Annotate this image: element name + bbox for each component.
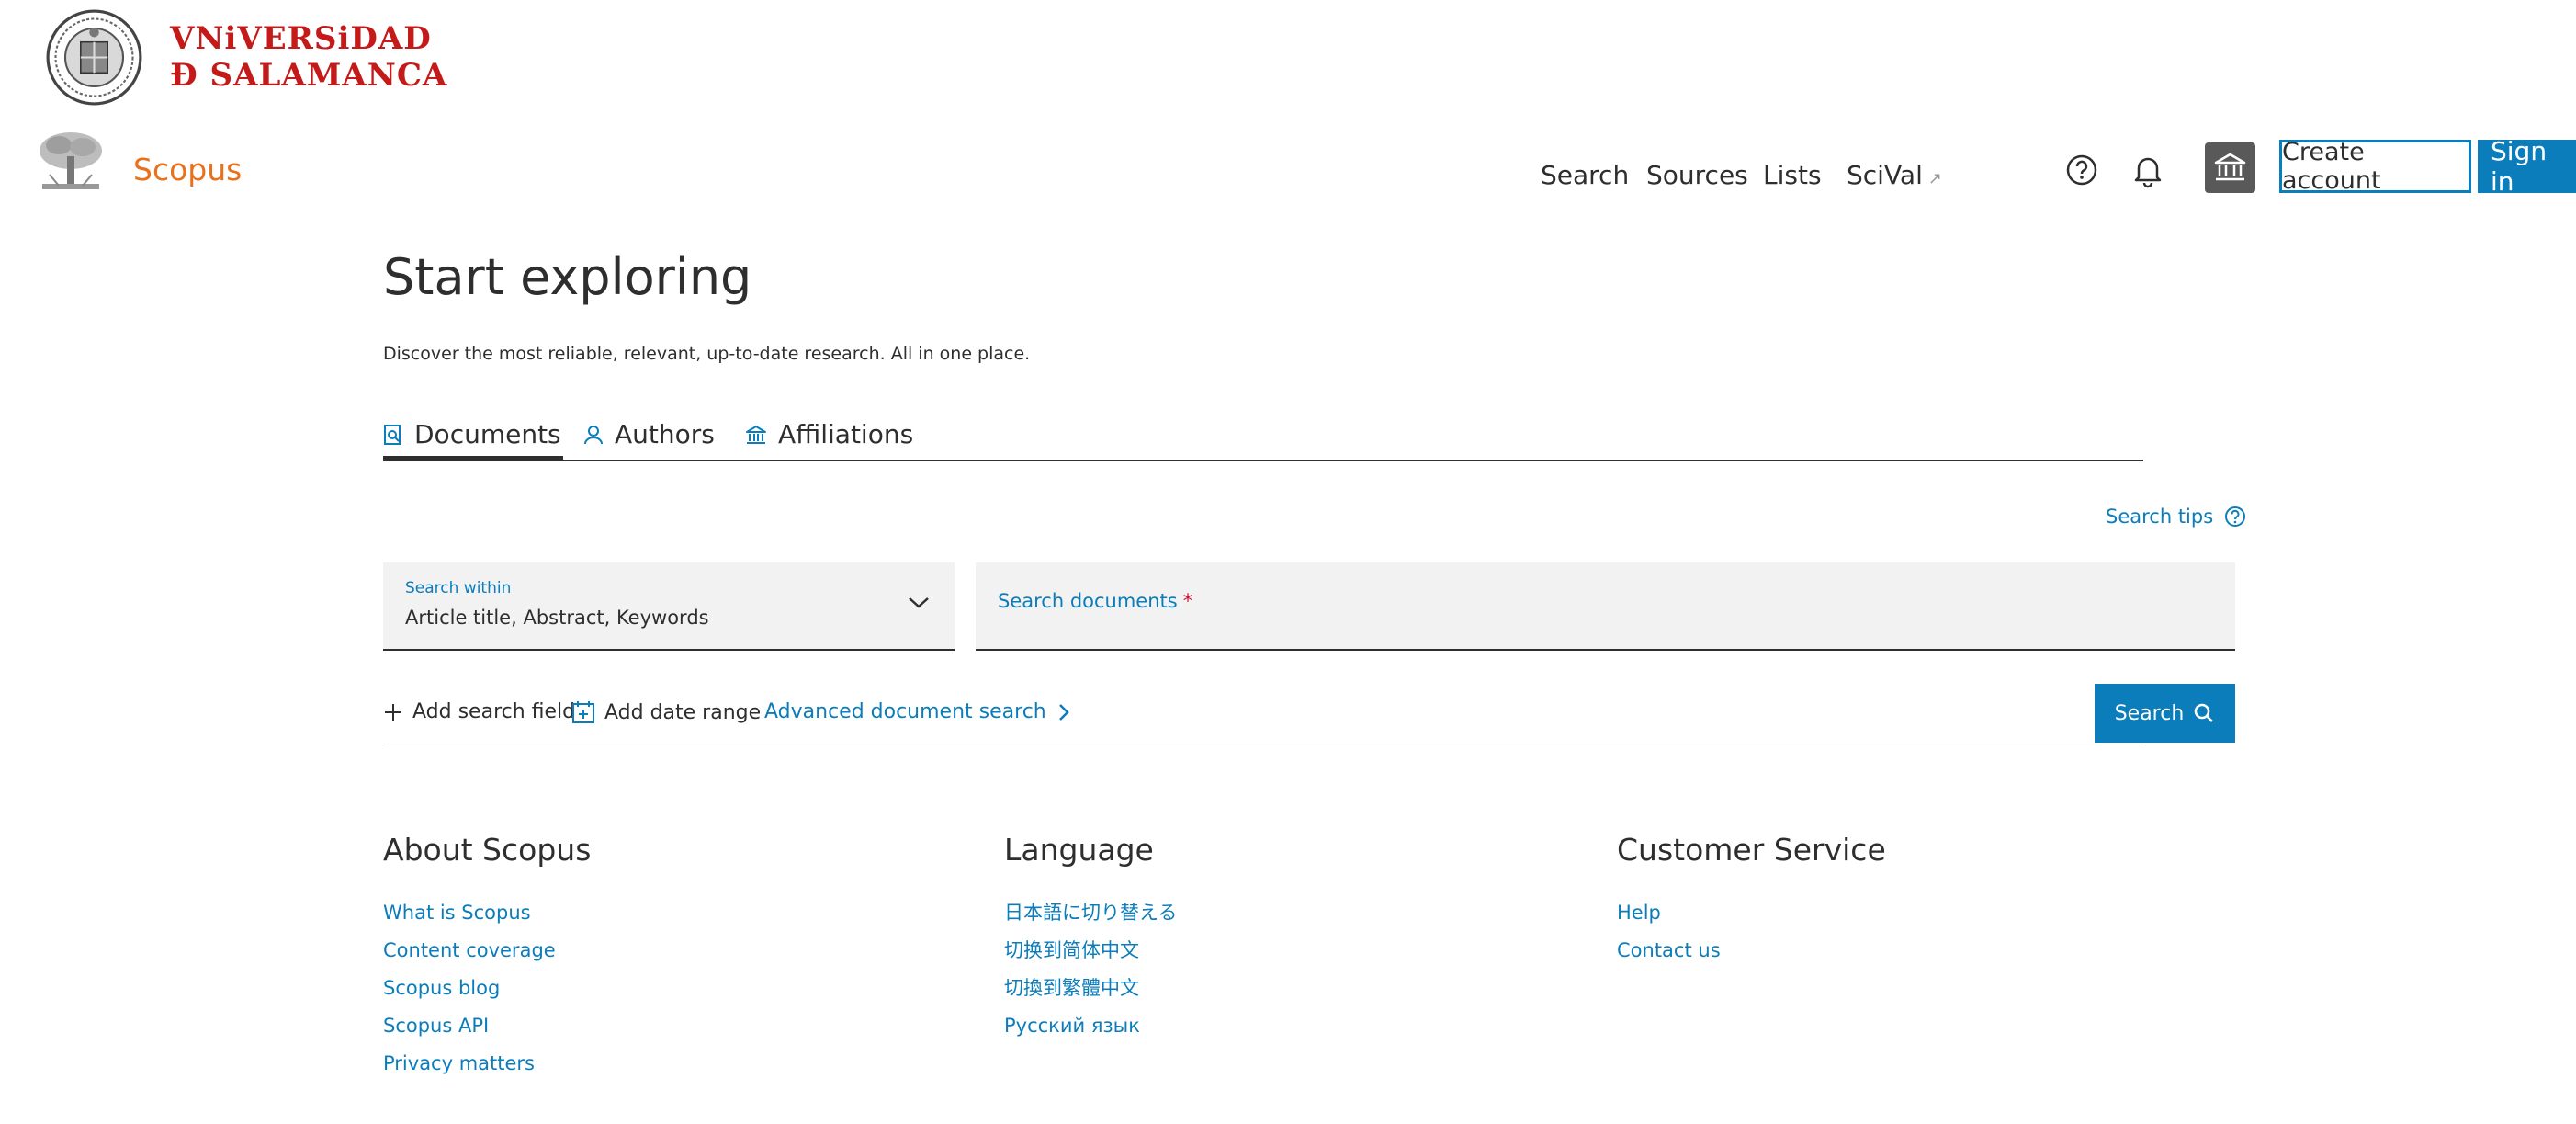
plus-icon — [385, 703, 401, 721]
link-what-is-scopus[interactable]: What is Scopus — [383, 894, 556, 932]
add-date-range-button[interactable]: Add date range — [571, 700, 761, 724]
link-language-traditional-chinese[interactable]: 切換到繁體中文 — [1004, 970, 1177, 1007]
link-contact-us[interactable]: Contact us — [1617, 932, 1721, 970]
language-links: 日本語に切り替える 切换到简体中文 切換到繁體中文 Русский язык — [1004, 894, 1177, 1045]
calendar-plus-icon — [572, 701, 594, 723]
search-tips-label: Search tips — [2106, 505, 2214, 528]
link-scopus-blog[interactable]: Scopus blog — [383, 970, 556, 1007]
search-documents-input[interactable]: Search documents * — [976, 562, 2235, 651]
search-within-label: Search within — [405, 579, 512, 597]
search-icon — [2195, 703, 2214, 722]
search-within-dropdown[interactable]: Search within Article title, Abstract, K… — [383, 562, 955, 651]
page-title: Start exploring — [383, 248, 752, 306]
search-tabs: Documents Authors Affiliations — [383, 414, 2143, 461]
add-search-field-label: Add search field — [412, 700, 576, 723]
nav-lists[interactable]: Lists — [1763, 160, 1822, 190]
customer-service-links: Help Contact us — [1617, 894, 1721, 970]
notifications-bell-icon[interactable] — [2130, 152, 2166, 188]
chevron-right-icon — [1058, 703, 1069, 721]
chevron-down-icon — [909, 597, 929, 608]
institution-icon — [2214, 153, 2246, 181]
create-account-button[interactable]: Create account — [2279, 138, 2471, 195]
search-documents-placeholder: Search documents * — [998, 590, 1192, 612]
tab-affiliations[interactable]: Affiliations — [745, 419, 913, 449]
customer-service-heading: Customer Service — [1617, 832, 1886, 868]
sign-in-button[interactable]: Sign in — [2478, 136, 2576, 197]
search-button-label: Search — [2114, 701, 2185, 725]
search-documents-placeholder-text: Search documents — [998, 590, 1178, 612]
tab-documents-label: Documents — [414, 419, 561, 449]
search-button[interactable]: Search — [2095, 684, 2235, 743]
tab-affiliations-label: Affiliations — [778, 419, 914, 449]
nav-scival-label: SciVal — [1847, 160, 1923, 190]
add-date-range-label: Add date range — [604, 700, 762, 724]
link-language-russian[interactable]: Русский язык — [1004, 1007, 1177, 1045]
nav-sources[interactable]: Sources — [1646, 160, 1748, 190]
link-language-simplified-chinese[interactable]: 切换到简体中文 — [1004, 932, 1177, 970]
university-name-line2: Ð SALAMANCA — [170, 57, 448, 94]
link-help[interactable]: Help — [1617, 894, 1721, 932]
person-icon — [584, 425, 603, 444]
required-mark: * — [1182, 590, 1193, 612]
tab-authors[interactable]: Authors — [583, 419, 715, 449]
scopus-wordmark[interactable]: Scopus — [133, 152, 242, 187]
help-icon — [2225, 506, 2246, 527]
language-heading: Language — [1004, 832, 1154, 868]
page-subtitle: Discover the most reliable, relevant, up… — [383, 344, 1031, 364]
about-scopus-heading: About Scopus — [383, 832, 592, 868]
link-privacy-matters[interactable]: Privacy matters — [383, 1045, 556, 1083]
external-link-icon: ↗ — [1927, 169, 1942, 188]
university-seal-logo — [46, 9, 142, 106]
university-name-line1: VNiVERSiDAD — [170, 20, 432, 57]
institution-icon — [746, 425, 766, 444]
tab-documents[interactable]: Documents — [383, 419, 561, 449]
search-options-row: Add search field Add date range Advanced… — [383, 680, 2143, 744]
link-content-coverage[interactable]: Content coverage — [383, 932, 556, 970]
about-scopus-links: What is Scopus Content coverage Scopus b… — [383, 894, 556, 1083]
active-tab-indicator — [383, 456, 563, 461]
help-icon[interactable] — [2065, 153, 2098, 187]
advanced-search-label: Advanced document search — [764, 700, 1046, 723]
search-tips-link[interactable]: Search tips — [2106, 505, 2246, 528]
institution-access-button[interactable] — [2205, 142, 2255, 193]
document-search-icon — [384, 424, 401, 445]
add-search-field-button[interactable]: Add search field — [383, 700, 575, 723]
search-within-value: Article title, Abstract, Keywords — [405, 607, 709, 629]
link-language-japanese[interactable]: 日本語に切り替える — [1004, 894, 1177, 932]
nav-scival[interactable]: SciVal ↗ — [1847, 160, 1942, 190]
elsevier-tree-logo[interactable] — [31, 129, 110, 195]
nav-search[interactable]: Search — [1541, 160, 1629, 190]
university-name: VNiVERSiDAD Ð SALAMANCA — [170, 20, 447, 94]
tab-authors-label: Authors — [615, 419, 715, 449]
advanced-document-search-link[interactable]: Advanced document search — [764, 700, 1070, 723]
link-scopus-api[interactable]: Scopus API — [383, 1007, 556, 1045]
